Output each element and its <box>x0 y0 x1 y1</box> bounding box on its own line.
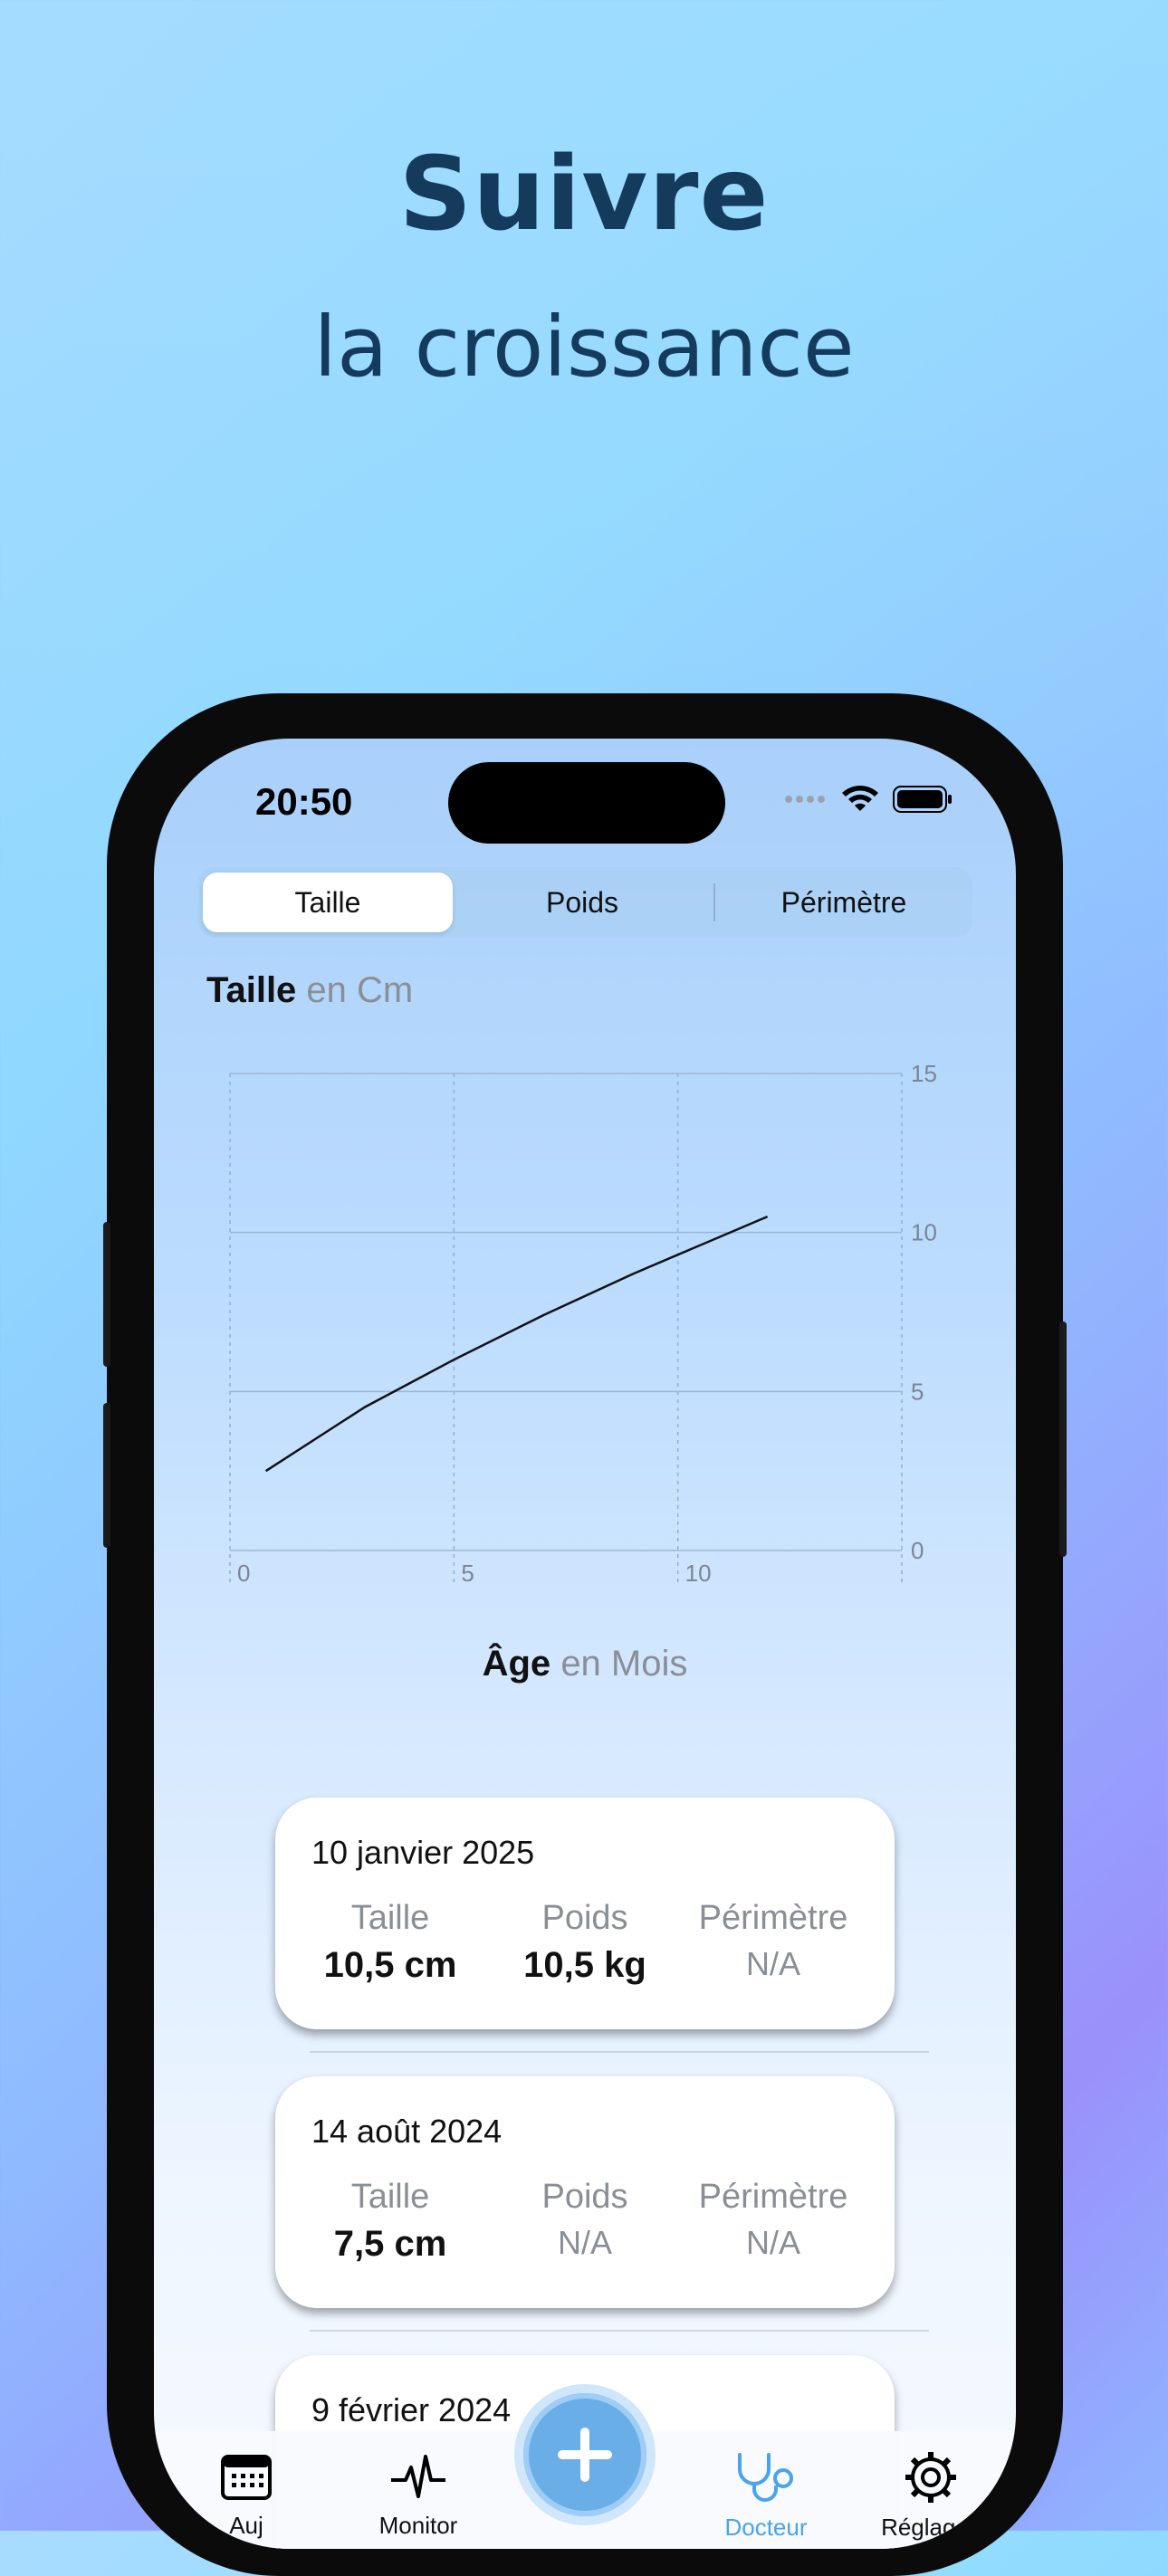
gear-icon <box>905 2452 956 2503</box>
add-entry-button[interactable] <box>523 2393 646 2516</box>
x-tick-label: 0 <box>237 1560 250 1587</box>
perimetre-column: Périmètre N/A <box>678 2178 868 2262</box>
heartbeat-icon <box>391 2455 445 2498</box>
y-tick-label: 0 <box>911 1537 924 1564</box>
phone-screen: 20:50 Taille Poids Périmètre Taille en C… <box>154 739 1016 2549</box>
taille-value: 7,5 cm <box>333 2224 447 2264</box>
plus-icon <box>558 2428 612 2482</box>
y-tick-label: 15 <box>911 1060 937 1087</box>
taille-column: Taille 10,5 cm <box>295 1899 485 1986</box>
poids-label: Poids <box>541 2178 628 2216</box>
tab-label: Réglages <box>881 2514 981 2541</box>
tab-label: Monitor <box>378 2512 458 2539</box>
tab-reglages[interactable]: Réglages <box>858 2449 1003 2542</box>
y-tick-label: 5 <box>911 1378 924 1405</box>
entry-card[interactable]: 10 janvier 2025 Taille 10,5 cm Poids 10,… <box>275 1798 895 2029</box>
perimetre-column: Périmètre N/A <box>678 1899 868 1983</box>
entry-date: 10 janvier 2025 <box>311 1834 535 1871</box>
perimetre-label: Périmètre <box>698 1899 848 1937</box>
x-tick-label: 10 <box>685 1560 712 1587</box>
taille-label: Taille <box>350 2178 430 2216</box>
perimetre-label: Périmètre <box>698 2178 848 2216</box>
taille-label: Taille <box>350 1899 430 1937</box>
poids-value: N/A <box>557 2224 612 2261</box>
tab-label: Docteur <box>724 2514 808 2541</box>
calendar-icon <box>221 2455 272 2500</box>
volume-down-button <box>103 1403 110 1548</box>
poids-label: Poids <box>541 1899 628 1937</box>
headline-subtitle: la croissance <box>313 299 855 396</box>
tab-auj[interactable]: Auj <box>174 2449 319 2540</box>
taille-column: Taille 7,5 cm <box>295 2178 485 2265</box>
chart-x-unit: en Mois <box>560 1644 688 1684</box>
list-separator <box>310 2330 929 2332</box>
y-tick-label: 10 <box>911 1219 937 1246</box>
tab-label: Auj <box>229 2512 263 2539</box>
entry-card[interactable]: 14 août 2024 Taille 7,5 cm Poids N/A Pér… <box>275 2076 895 2308</box>
growth-series-line <box>264 1215 769 1473</box>
perimetre-value: N/A <box>745 2224 800 2261</box>
tab-monitor[interactable]: Monitor <box>346 2449 491 2540</box>
stethoscope-icon <box>738 2453 793 2502</box>
list-separator <box>310 2051 929 2053</box>
x-tick-label: 5 <box>461 1560 474 1587</box>
headline-title: Suivre <box>398 136 770 253</box>
tab-docteur[interactable]: Docteur <box>694 2449 838 2542</box>
chart-x-label: Âge <box>482 1644 551 1684</box>
poids-column: Poids 10,5 kg <box>490 1899 680 1986</box>
perimetre-value: N/A <box>745 1945 800 1982</box>
poids-value: 10,5 kg <box>523 1945 646 1985</box>
chart-x-title: Âge en Mois <box>154 1644 1016 1684</box>
entry-date: 9 février 2024 <box>311 2391 512 2428</box>
growth-chart: 15 10 5 0 0 5 10 <box>229 1060 937 1587</box>
volume-up-button <box>103 1222 110 1367</box>
poids-column: Poids N/A <box>490 2178 680 2262</box>
side-button <box>1059 1321 1067 1557</box>
taille-value: 10,5 cm <box>323 1945 457 1985</box>
entry-date: 14 août 2024 <box>311 2113 503 2150</box>
